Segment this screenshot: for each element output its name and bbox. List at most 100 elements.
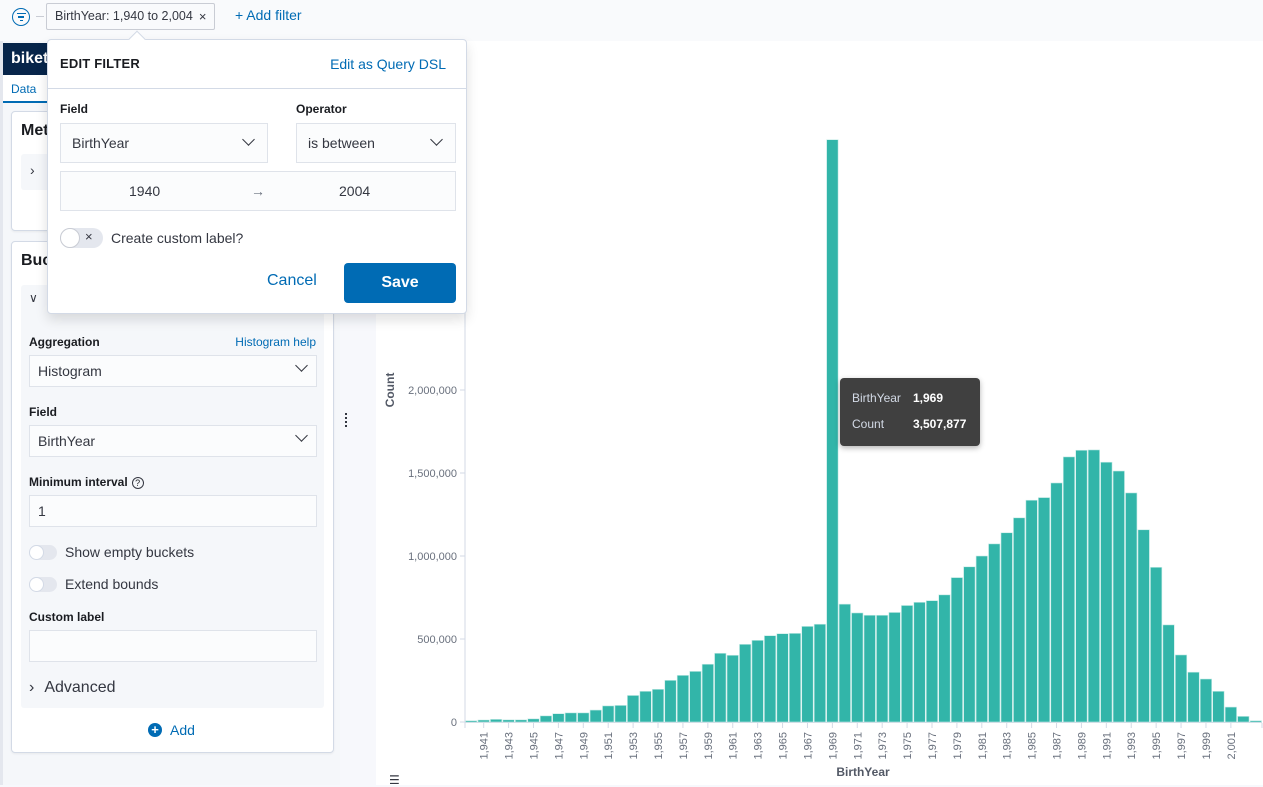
bar-1989[interactable] <box>1075 449 1088 723</box>
bar-1981[interactable] <box>975 555 988 723</box>
bar-1971[interactable] <box>851 612 864 723</box>
bar-2000[interactable] <box>1212 690 1225 723</box>
save-button[interactable]: Save <box>344 263 456 303</box>
bar-1966[interactable] <box>788 633 802 723</box>
bar-1972[interactable] <box>863 614 876 723</box>
x-tick-label: 1,973 <box>877 732 889 760</box>
bar-1980[interactable] <box>963 566 976 723</box>
chevron-right-icon: › <box>29 679 35 696</box>
bar-1943[interactable] <box>502 719 515 723</box>
bar-1959[interactable] <box>701 663 714 723</box>
bar-1949[interactable] <box>577 712 590 723</box>
bar-1994[interactable] <box>1137 529 1150 723</box>
bar-1987[interactable] <box>1050 482 1063 723</box>
bar-1965[interactable] <box>776 633 789 723</box>
field-label: Field <box>29 405 58 419</box>
bar-1997[interactable] <box>1175 654 1188 723</box>
bar-1970[interactable] <box>838 603 851 723</box>
min-interval-input[interactable]: 1 <box>29 495 317 527</box>
bar-1996[interactable] <box>1162 624 1175 723</box>
advanced-toggle[interactable]: › Advanced <box>29 679 116 697</box>
bar-1950[interactable] <box>589 709 602 723</box>
bar-1955[interactable] <box>651 688 665 723</box>
bar-1990[interactable] <box>1087 449 1100 723</box>
bar-1992[interactable] <box>1112 470 1125 723</box>
bar-1941[interactable] <box>477 719 490 723</box>
bar-1976[interactable] <box>913 602 926 723</box>
bar-1961[interactable] <box>726 654 739 723</box>
bar-1984[interactable] <box>1013 517 1026 723</box>
bar-1979[interactable] <box>950 577 963 723</box>
add-bucket-button[interactable]: + Add <box>148 722 195 738</box>
tab-data[interactable]: Data <box>3 75 48 103</box>
bar-1993[interactable] <box>1125 492 1138 723</box>
field-combobox[interactable]: BirthYear <box>60 123 268 163</box>
range-from-input[interactable]: 1940 <box>129 183 160 199</box>
bar-1958[interactable] <box>689 671 702 723</box>
show-empty-buckets-toggle[interactable] <box>29 544 57 560</box>
help-icon[interactable]: ? <box>131 477 144 489</box>
bar-1953[interactable] <box>627 695 640 723</box>
bar-1960[interactable] <box>714 652 727 723</box>
edit-query-dsl-link[interactable]: Edit as Query DSL <box>330 56 446 72</box>
chevron-down-icon[interactable]: ∨ <box>29 291 38 305</box>
bar-1945[interactable] <box>527 718 540 723</box>
bar-1956[interactable] <box>664 680 677 723</box>
bar-1954[interactable] <box>639 690 652 723</box>
operator-combobox[interactable]: is between <box>296 123 456 163</box>
bar-1998[interactable] <box>1187 671 1200 723</box>
bar-1991[interactable] <box>1100 461 1113 723</box>
bar-1962[interactable] <box>739 644 752 723</box>
bar-1948[interactable] <box>564 712 577 723</box>
bar-1975[interactable] <box>901 605 914 723</box>
chevron-right-icon[interactable]: › <box>30 162 35 178</box>
field-select[interactable]: BirthYear <box>29 425 317 457</box>
bar-1951[interactable] <box>602 705 615 723</box>
bar-1988[interactable] <box>1062 456 1076 723</box>
filter-menu-icon[interactable] <box>12 8 30 26</box>
bar-1947[interactable] <box>552 713 565 723</box>
bar-1964[interactable] <box>764 635 777 723</box>
bar-1983[interactable] <box>1000 532 1013 723</box>
close-icon[interactable]: × <box>199 4 207 29</box>
bar-1986[interactable] <box>1038 497 1051 723</box>
bar-2002[interactable] <box>1237 716 1250 723</box>
aggregation-select[interactable]: Histogram <box>29 355 317 387</box>
bar-1973[interactable] <box>876 614 889 723</box>
bar-1978[interactable] <box>938 594 951 723</box>
bar-2001[interactable] <box>1224 706 1237 723</box>
arrow-right-icon: → <box>251 183 265 199</box>
range-to-input[interactable]: 2004 <box>339 183 370 199</box>
x-tick-label: 1,947 <box>553 732 565 760</box>
bar-1982[interactable] <box>988 543 1001 723</box>
bar-1957[interactable] <box>676 675 689 723</box>
cancel-button[interactable]: Cancel <box>267 272 317 290</box>
bar-1967[interactable] <box>801 626 814 723</box>
bar-1963[interactable] <box>751 640 764 723</box>
bar-1942[interactable] <box>490 719 503 723</box>
x-tick-label: 1,943 <box>504 732 516 760</box>
bar-1969[interactable] <box>826 139 839 723</box>
custom-label-input[interactable] <box>29 630 317 662</box>
bar-1946[interactable] <box>539 715 552 723</box>
bar-1977[interactable] <box>925 600 939 723</box>
bar-2003[interactable] <box>1249 720 1262 723</box>
filter-pill[interactable]: BirthYear: 1,940 to 2,004 × <box>46 3 216 30</box>
bar-1974[interactable] <box>888 612 901 723</box>
bar-1952[interactable] <box>614 705 627 723</box>
x-axis-title: BirthYear <box>836 765 890 779</box>
extend-bounds-toggle[interactable] <box>29 576 57 592</box>
bar-1940[interactable] <box>465 720 478 723</box>
resize-handle[interactable] <box>345 413 347 427</box>
bar-1985[interactable] <box>1025 499 1038 723</box>
add-filter-link[interactable]: + Add filter <box>235 7 302 23</box>
histogram-help-link[interactable]: Histogram help <box>235 335 316 349</box>
bar-1944[interactable] <box>515 719 528 723</box>
bar-1999[interactable] <box>1199 678 1212 723</box>
chevron-down-icon <box>242 133 255 146</box>
tooltip-key-count: Count <box>852 417 885 431</box>
custom-label-toggle[interactable]: × <box>60 228 103 248</box>
custom-label-row: × Create custom label? <box>60 228 243 248</box>
bar-1968[interactable] <box>813 623 826 723</box>
bar-1995[interactable] <box>1150 566 1163 723</box>
